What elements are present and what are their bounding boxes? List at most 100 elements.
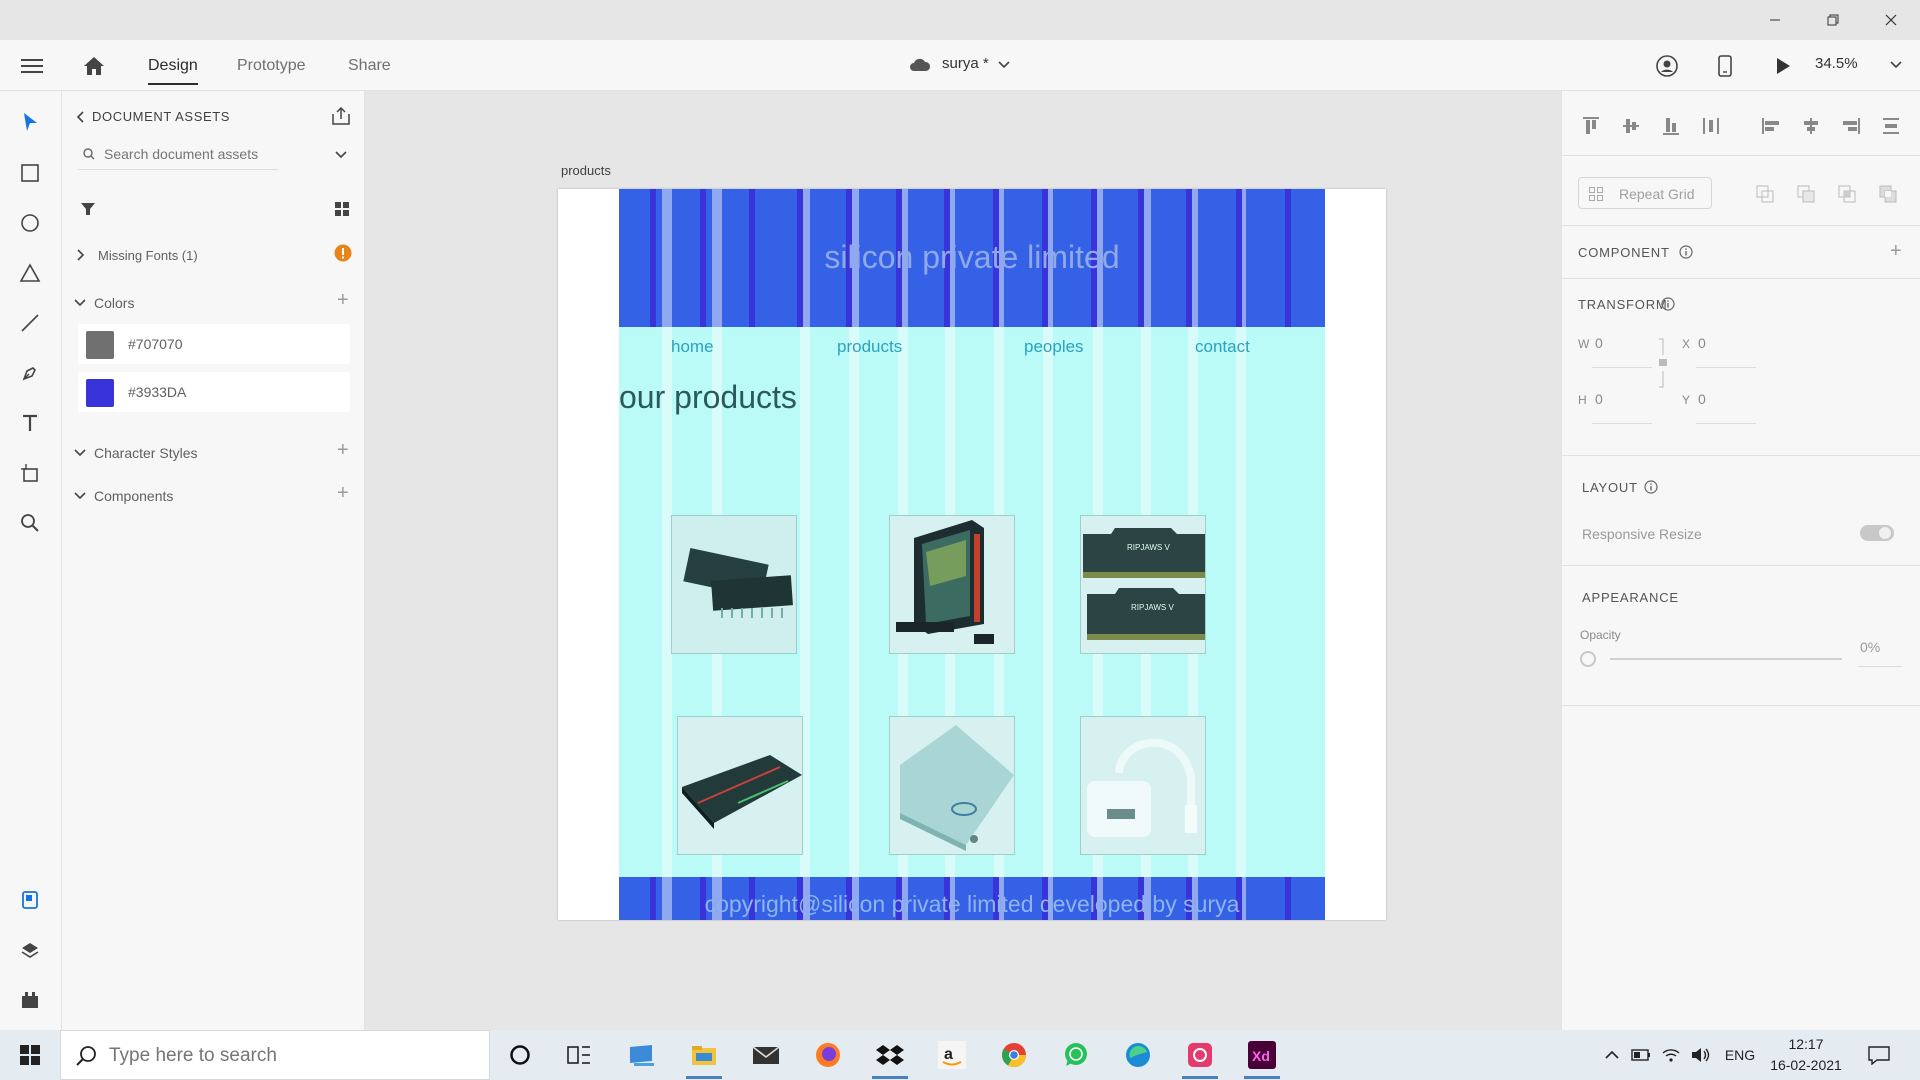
mail-app-icon[interactable]	[742, 1035, 790, 1075]
rectangle-tool-icon[interactable]	[14, 157, 46, 189]
clock-time[interactable]: 12:17	[1766, 1036, 1846, 1052]
product-image-keyboard[interactable]	[677, 716, 803, 855]
restore-button[interactable]	[1804, 0, 1862, 40]
search-assets-input[interactable]	[104, 143, 294, 165]
taskbar-search-input[interactable]	[109, 1043, 479, 1069]
expand-chevron-icon[interactable]	[74, 249, 86, 261]
align-left-icon[interactable]	[1758, 113, 1784, 139]
plugins-icon[interactable]	[14, 984, 46, 1016]
show-hidden-icons-icon[interactable]	[1600, 1030, 1624, 1080]
taskbar-search[interactable]	[60, 1030, 490, 1080]
distribute-vertical-icon[interactable]	[1698, 113, 1724, 139]
user-share-icon[interactable]	[1654, 53, 1680, 79]
cortana-icon[interactable]	[496, 1035, 544, 1075]
whatsapp-app-icon[interactable]	[1052, 1035, 1100, 1075]
product-image-ic-chip[interactable]	[671, 515, 797, 654]
nav-link-products[interactable]: products	[837, 337, 902, 357]
opacity-slider-handle[interactable]	[1580, 651, 1596, 667]
home-icon[interactable]	[80, 52, 108, 80]
firefox-app-icon[interactable]	[804, 1035, 852, 1075]
tab-prototype[interactable]: Prototype	[237, 40, 305, 91]
zoom-level[interactable]: 34.5%	[1815, 55, 1858, 72]
boolean-add-icon[interactable]	[1752, 181, 1778, 207]
layers-icon[interactable]	[14, 934, 46, 966]
distribute-horizontal-icon[interactable]	[1878, 113, 1904, 139]
boolean-exclude-icon[interactable]	[1875, 181, 1901, 207]
start-button[interactable]	[6, 1035, 54, 1075]
footer-copyright[interactable]: copyright@silicon private limited develo…	[619, 891, 1325, 918]
minimize-button[interactable]	[1746, 0, 1804, 40]
product-image-gaming-pc[interactable]	[889, 515, 1015, 654]
back-chevron-icon[interactable]	[74, 110, 86, 124]
artboard-tool-icon[interactable]	[14, 457, 46, 489]
polygon-tool-icon[interactable]	[14, 257, 46, 289]
search-filter-chevron-icon[interactable]	[334, 149, 348, 161]
select-tool-icon[interactable]	[14, 106, 46, 138]
creative-cloud-app-icon[interactable]	[1176, 1035, 1224, 1079]
info-icon[interactable]	[1678, 244, 1694, 260]
product-image-hdmi-adapter[interactable]	[1080, 716, 1206, 855]
collapse-chevron-icon[interactable]	[74, 297, 86, 309]
collapse-chevron-icon[interactable]	[74, 447, 86, 459]
chrome-app-icon[interactable]	[990, 1035, 1038, 1075]
language-indicator[interactable]: ENG	[1722, 1030, 1758, 1080]
file-explorer-app-icon[interactable]	[680, 1035, 728, 1079]
boolean-intersect-icon[interactable]	[1834, 181, 1860, 207]
add-component-icon[interactable]: +	[337, 482, 349, 505]
nav-link-contact[interactable]: contact	[1195, 337, 1250, 357]
mobile-preview-icon[interactable]	[1712, 53, 1738, 79]
dropbox-app-icon[interactable]	[866, 1035, 914, 1079]
align-center-icon[interactable]	[1798, 113, 1824, 139]
colors-section-label[interactable]: Colors	[94, 295, 134, 311]
line-tool-icon[interactable]	[14, 307, 46, 339]
pen-tool-icon[interactable]	[14, 357, 46, 389]
product-image-ssd-drive[interactable]	[889, 716, 1015, 855]
zoom-chevron-down-icon[interactable]	[1888, 57, 1904, 73]
this-pc-app-icon[interactable]	[618, 1035, 666, 1075]
info-icon[interactable]	[1643, 479, 1659, 495]
battery-icon[interactable]	[1628, 1030, 1654, 1080]
info-icon[interactable]	[1660, 296, 1676, 312]
close-window-button[interactable]	[1862, 0, 1920, 40]
align-bottom-icon[interactable]	[1658, 113, 1684, 139]
products-heading[interactable]: our products	[619, 379, 797, 416]
y-input[interactable]: 0	[1698, 391, 1706, 407]
repeat-grid-button[interactable]: Repeat Grid	[1578, 177, 1712, 209]
lock-aspect-icon[interactable]	[1657, 337, 1669, 389]
document-assets-icon[interactable]	[14, 884, 46, 916]
edge-app-icon[interactable]	[1114, 1035, 1162, 1075]
responsive-resize-toggle[interactable]	[1860, 525, 1894, 541]
volume-icon[interactable]	[1688, 1030, 1714, 1080]
add-component-button[interactable]: +	[1890, 240, 1902, 263]
site-title[interactable]: silicon private limited	[619, 239, 1325, 276]
tab-design[interactable]: Design	[148, 40, 198, 91]
missing-fonts-label[interactable]: Missing Fonts (1)	[98, 248, 198, 263]
align-right-icon[interactable]	[1838, 113, 1864, 139]
width-input[interactable]: 0	[1595, 335, 1603, 351]
nav-link-peoples[interactable]: peoples	[1024, 337, 1084, 357]
adobe-xd-app-icon[interactable]: Xd	[1238, 1035, 1286, 1079]
zoom-tool-icon[interactable]	[14, 507, 46, 539]
document-name[interactable]: surya *	[942, 55, 989, 72]
grid-view-icon[interactable]	[332, 199, 352, 219]
product-image-ram-modules[interactable]: RIPJAWS V RIPJAWS V	[1080, 515, 1206, 654]
opacity-slider-track[interactable]	[1610, 658, 1842, 660]
filter-icon[interactable]	[78, 199, 98, 219]
color-swatch-item[interactable]: #3933DA	[78, 372, 350, 412]
task-view-icon[interactable]	[555, 1035, 603, 1075]
chevron-down-icon[interactable]	[996, 57, 1012, 73]
ellipse-tool-icon[interactable]	[14, 207, 46, 239]
export-share-icon[interactable]	[330, 105, 352, 127]
align-top-icon[interactable]	[1578, 113, 1604, 139]
color-swatch-item[interactable]: #707070	[78, 324, 350, 364]
align-middle-icon[interactable]	[1618, 113, 1644, 139]
nav-link-home[interactable]: home	[671, 337, 714, 357]
character-styles-label[interactable]: Character Styles	[94, 445, 197, 461]
collapse-chevron-icon[interactable]	[74, 490, 86, 502]
wifi-icon[interactable]	[1658, 1030, 1684, 1080]
components-label[interactable]: Components	[94, 488, 173, 504]
play-preview-icon[interactable]	[1770, 53, 1796, 79]
hamburger-menu-icon[interactable]	[18, 53, 46, 79]
tab-share[interactable]: Share	[348, 40, 391, 91]
add-character-style-icon[interactable]: +	[337, 439, 349, 462]
